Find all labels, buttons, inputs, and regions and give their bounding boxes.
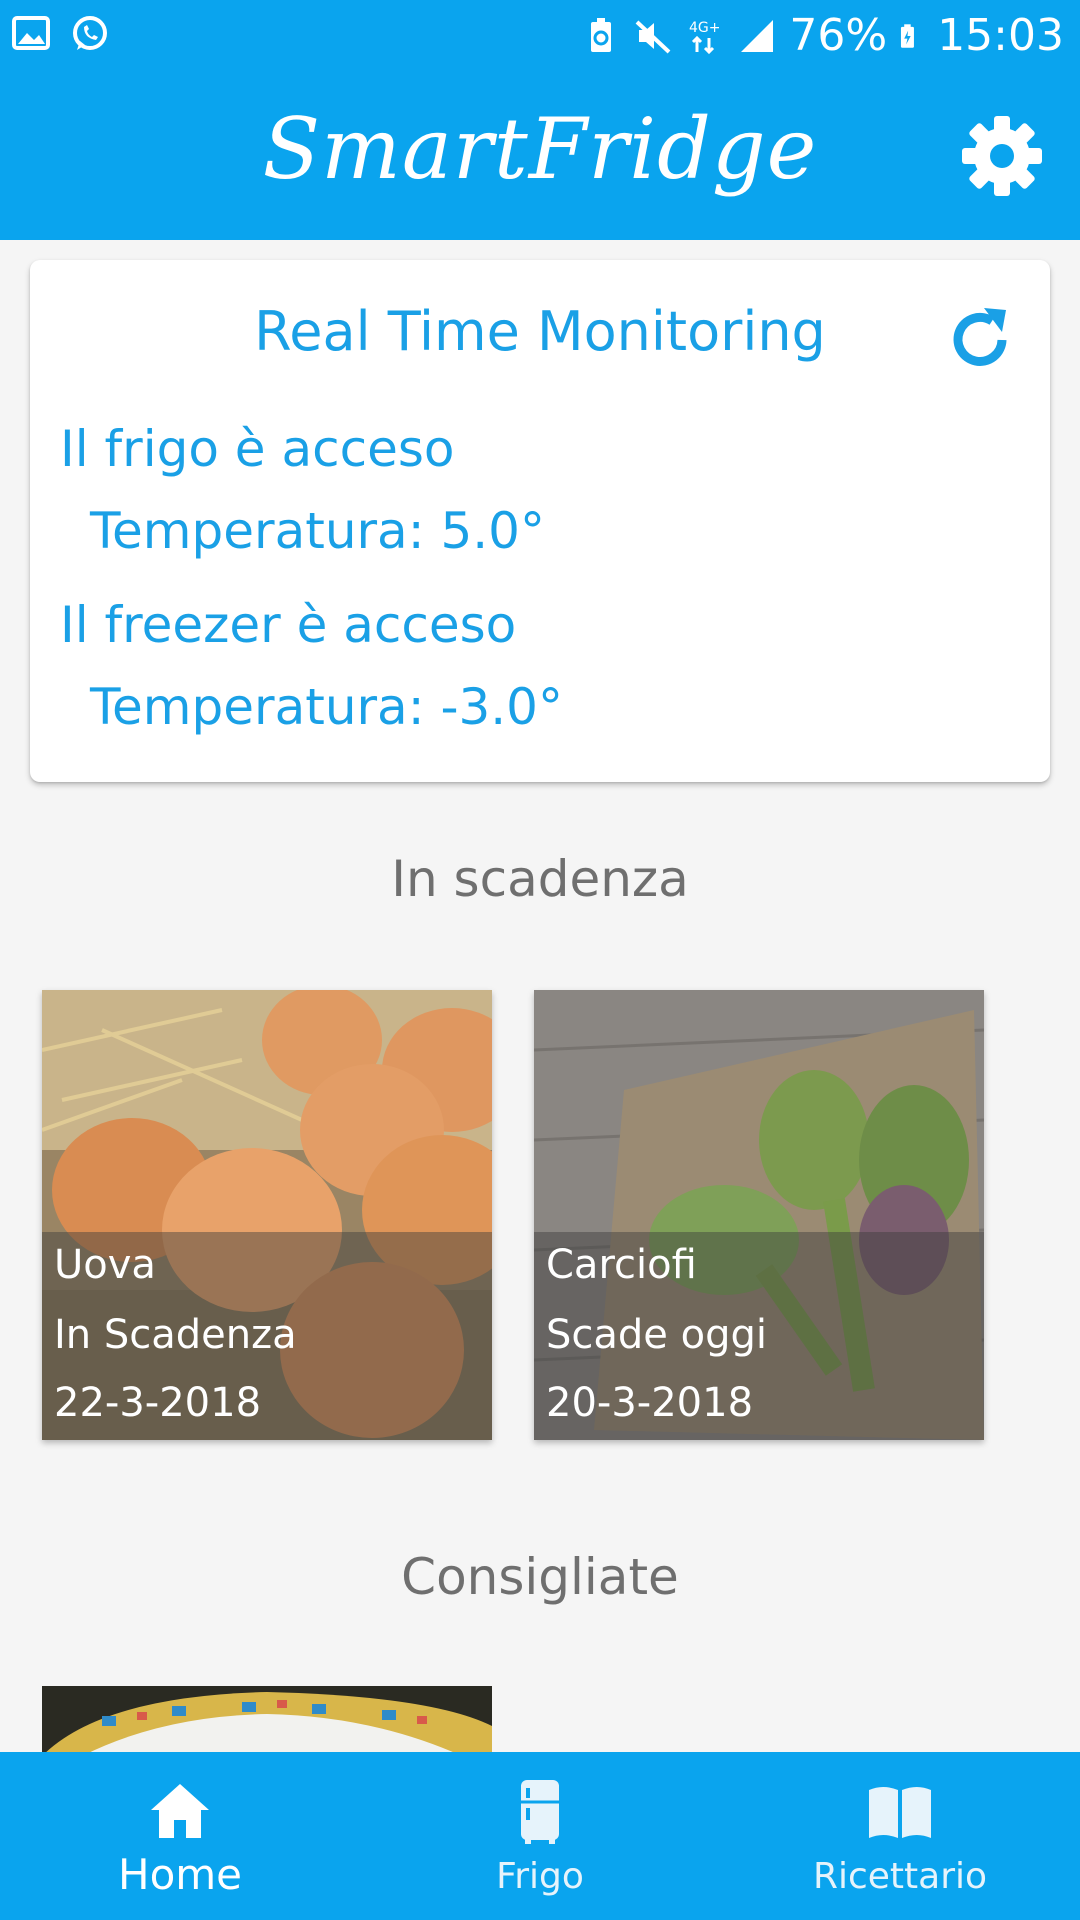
nav-label-home: Home [117, 1850, 243, 1899]
item-status: In Scadenza [54, 1312, 297, 1358]
home-icon [151, 1784, 209, 1838]
recommended-recipe-card[interactable] [42, 1686, 492, 1756]
monitoring-card: Real Time Monitoring Il frigo è acceso T… [30, 260, 1050, 782]
app-bar: SmartFridge [0, 76, 1080, 240]
signal-icon [741, 19, 774, 52]
fridge-temperature: Temperatura: 5.0° [90, 502, 545, 560]
monitoring-title: Real Time Monitoring [254, 300, 826, 363]
freezer-status: Il freezer è acceso [60, 596, 517, 654]
nav-label-fridge: Frigo [496, 1856, 584, 1897]
refresh-icon[interactable] [940, 300, 1020, 380]
image-notification-icon [12, 16, 50, 50]
whatsapp-icon [73, 16, 107, 50]
network-type-label: 4G+ [689, 20, 721, 36]
battery-saver-icon [591, 17, 612, 52]
expiring-item-card[interactable]: Carciofi Scade oggi 20-3-2018 [534, 990, 984, 1440]
expiring-item-card[interactable]: Uova In Scadenza 22-3-2018 [42, 990, 492, 1440]
mute-icon [636, 20, 671, 53]
section-title-recommended: Consigliate [401, 1548, 679, 1606]
item-date: 20-3-2018 [546, 1380, 754, 1426]
item-name: Carciofi [546, 1242, 697, 1288]
item-status: Scade oggi [546, 1312, 767, 1358]
battery-charging-icon [901, 23, 915, 48]
fridge-status: Il frigo è acceso [60, 420, 455, 478]
item-name: Uova [54, 1242, 156, 1288]
fridge-icon [521, 1780, 559, 1844]
book-icon [869, 1787, 931, 1838]
nav-item-fridge[interactable]: Frigo [360, 1752, 720, 1920]
section-title-expiring: In scadenza [391, 850, 689, 908]
nav-item-recipes[interactable]: Ricettario [720, 1752, 1080, 1920]
network-type-icon: 4G+ [689, 20, 721, 54]
battery-percent: 76% [789, 10, 888, 61]
nav-label-recipes: Ricettario [812, 1856, 988, 1897]
status-bar: 4G+ 76% 15:03 [0, 0, 1080, 76]
nav-item-home[interactable]: Home [0, 1752, 360, 1920]
bottom-navigation: Home Frigo Ricettario [0, 1752, 1080, 1920]
settings-gear-icon[interactable] [958, 112, 1046, 200]
app-title: SmartFridge [262, 100, 818, 198]
item-date: 22-3-2018 [54, 1380, 262, 1426]
freezer-temperature: Temperatura: -3.0° [90, 678, 563, 736]
recipe-photo [42, 1686, 492, 1756]
clock: 15:03 [937, 10, 1064, 61]
